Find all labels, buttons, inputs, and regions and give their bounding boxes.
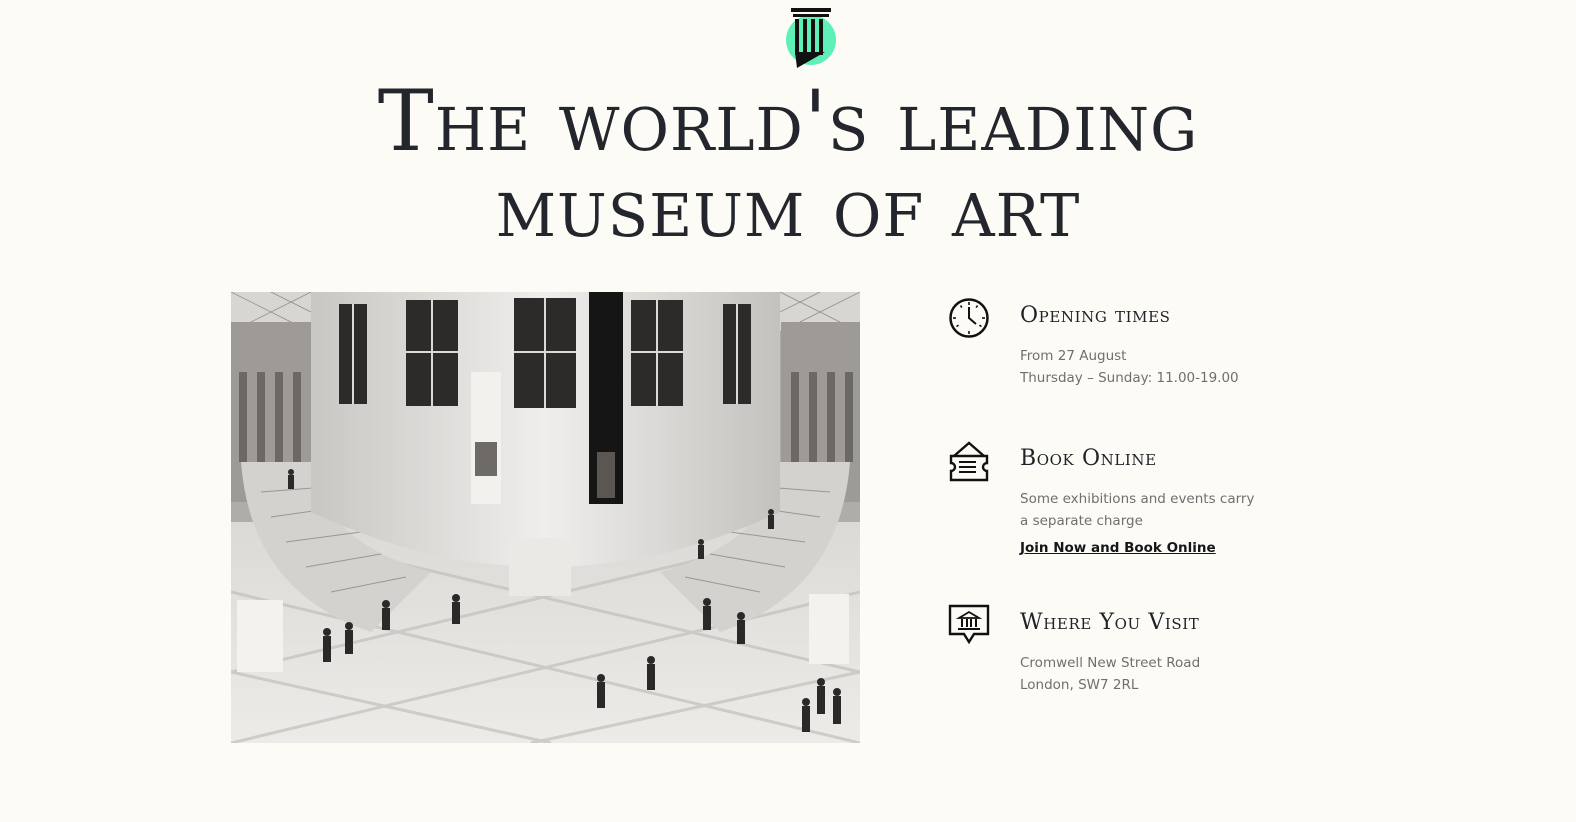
column-pillar-icon[interactable]: [783, 4, 841, 70]
book-online-line-2: a separate charge: [1020, 513, 1143, 529]
clock-icon: [948, 297, 990, 339]
book-online-text: Some exhibitions and events carry a sepa…: [1020, 488, 1254, 532]
title-line-1: The world's leading: [377, 72, 1199, 170]
opening-times-title: Opening times: [1020, 303, 1171, 328]
title-line-2: museum of art: [495, 158, 1081, 256]
opening-times-text: From 27 August Thursday – Sunday: 11.00-…: [1020, 345, 1239, 389]
page-title: The world's leading museum of art: [0, 78, 1576, 250]
opening-times-line-1: From 27 August: [1020, 348, 1127, 364]
page: The world's leading museum of art Openin…: [0, 0, 1576, 822]
ticket-icon: [948, 440, 990, 482]
where-you-visit-title: Where You Visit: [1020, 610, 1200, 635]
address-line-1: Cromwell New Street Road: [1020, 655, 1201, 671]
join-and-book-link[interactable]: Join Now and Book Online: [1020, 540, 1216, 556]
book-online-title: Book Online: [1020, 446, 1157, 471]
address-line-2: London, SW7 2RL: [1020, 677, 1139, 693]
museum-location-icon: [948, 604, 990, 646]
address-text: Cromwell New Street Road London, SW7 2RL: [1020, 652, 1200, 696]
book-online-line-1: Some exhibitions and events carry: [1020, 491, 1255, 507]
museum-atrium-photo: [231, 292, 860, 743]
opening-times-line-2: Thursday – Sunday: 11.00-19.00: [1020, 370, 1239, 386]
